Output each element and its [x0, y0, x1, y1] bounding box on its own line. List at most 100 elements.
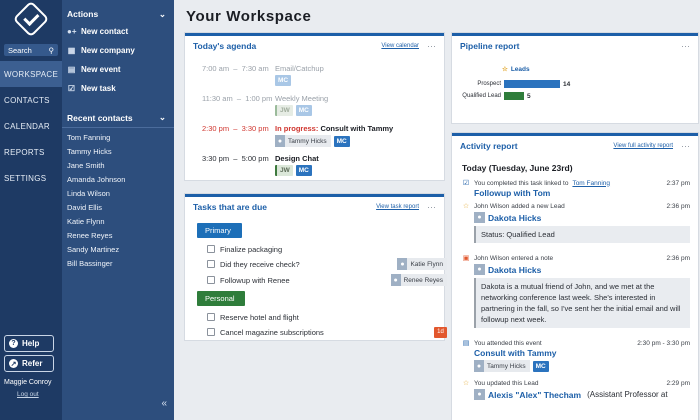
nav-workspace[interactable]: WORKSPACE	[0, 61, 62, 87]
view-full-activity-link[interactable]: View full activity report	[613, 143, 673, 149]
checkbox-icon: ☑	[67, 84, 76, 93]
contact-tag[interactable]: ● Tammy Hicks	[275, 135, 331, 147]
view-task-report-link[interactable]: View task report	[376, 204, 419, 210]
task-item[interactable]: Finalize packaging	[207, 242, 447, 256]
task-checkbox[interactable]	[207, 328, 215, 336]
attendee-chip: MC	[295, 165, 312, 176]
refer-button[interactable]: ↗ Refer	[4, 355, 54, 372]
task-item[interactable]: Reserve hotel and flight	[207, 310, 447, 324]
agenda-title-text: Design Chat	[275, 154, 319, 163]
task-label: Did they receive check?	[220, 259, 300, 269]
new-contact-button[interactable]: ●+ New contact	[62, 22, 174, 41]
task-checkbox[interactable]	[207, 245, 215, 253]
recent-contact[interactable]: Renee Reyes	[62, 229, 174, 243]
action-label: New event	[81, 65, 121, 74]
task-label: Finalize packaging	[220, 244, 283, 254]
attendee-chip: MC	[295, 105, 312, 116]
action-label: New contact	[81, 27, 129, 36]
task-link[interactable]: Followup with Tom	[474, 188, 690, 198]
more-options-icon[interactable]: ···	[681, 41, 690, 51]
app-logo-icon[interactable]	[12, 0, 50, 38]
recent-contact[interactable]: Linda Wilson	[62, 187, 174, 201]
lead-link[interactable]: Dakota Hicks	[488, 265, 541, 275]
nav-label: SETTINGS	[4, 173, 47, 183]
person-icon: ●	[474, 389, 485, 400]
nav-label: CALENDAR	[4, 121, 50, 131]
pipeline-bar-prospect[interactable]	[504, 80, 560, 88]
activity-entry: ☑ You completed this task linked to Tom F…	[462, 179, 690, 199]
recent-contact[interactable]: Tammy Hicks	[62, 145, 174, 159]
star-icon: ☆	[502, 66, 508, 73]
contact-tag[interactable]: ● Tammy Hicks	[474, 360, 530, 372]
agenda-title-text: Weekly Meeting	[275, 94, 329, 103]
task-label: Reserve hotel and flight	[220, 312, 299, 322]
recent-contact[interactable]: Bill Bassinger	[62, 257, 174, 271]
recent-contact[interactable]: Jane Smith	[62, 159, 174, 173]
action-label: New company	[81, 46, 135, 55]
agenda-title-text: In progress: Consult with Tammy	[275, 124, 394, 133]
activity-entry: ☆ You updated this Lead 2:29 pm ● Alexis "A…	[462, 379, 690, 400]
pipeline-row-value: 5	[527, 92, 531, 100]
task-item[interactable]: Cancel magazine subscriptions 1d	[207, 325, 447, 339]
activity-title: Activity report	[460, 141, 518, 151]
contact-tag[interactable]: ● Katie Flynn	[397, 258, 447, 270]
lead-link[interactable]: Alexis "Alex" Thecham	[488, 390, 581, 400]
task-label: Followup with Renee	[220, 275, 290, 285]
secondary-panel: Actions ⌄ ●+ New contact ▦ New company ▤ Ne…	[62, 0, 174, 420]
recent-contact[interactable]: Amanda Johnson	[62, 173, 174, 187]
attendee-chip: JW	[275, 165, 293, 176]
recent-title: Recent contacts	[67, 112, 133, 123]
view-calendar-link[interactable]: View calendar	[381, 43, 419, 49]
pipeline-title: Pipeline report	[460, 41, 520, 51]
person-icon: ●	[474, 264, 485, 275]
action-label: New task	[81, 84, 116, 93]
more-options-icon[interactable]: ···	[427, 41, 436, 51]
contact-link[interactable]: Tom Fanning	[572, 180, 610, 187]
refer-label: Refer	[22, 359, 43, 368]
task-checkbox[interactable]	[207, 260, 215, 268]
nav-contacts[interactable]: CONTACTS	[0, 87, 62, 113]
left-rail: Search ⚲ WORKSPACE CONTACTS CALENDAR REP…	[0, 0, 62, 420]
agenda-title: Today's agenda	[193, 41, 257, 51]
tasks-title: Tasks that are due	[193, 202, 268, 212]
pipeline-bar-qualified[interactable]	[504, 92, 524, 100]
recent-contact[interactable]: Katie Flynn	[62, 215, 174, 229]
agenda-title-text: Email/Catchup	[275, 64, 324, 73]
recent-contact[interactable]: Sandy Martinez	[62, 243, 174, 257]
group-personal-tag: Personal	[197, 291, 245, 306]
question-icon: ?	[9, 339, 18, 348]
pipeline-legend: ☆ Leads	[502, 65, 530, 74]
task-checkbox[interactable]	[207, 276, 215, 284]
task-checkbox[interactable]	[207, 313, 215, 321]
collapse-panel-icon[interactable]: «	[161, 398, 167, 409]
new-event-button[interactable]: ▤ New event	[62, 60, 174, 79]
attendee-chip: MC	[532, 360, 549, 372]
recent-contact[interactable]: David Ellis	[62, 201, 174, 215]
nav-calendar[interactable]: CALENDAR	[0, 113, 62, 139]
help-button[interactable]: ? Help	[4, 335, 54, 352]
more-options-icon[interactable]: ···	[427, 202, 436, 212]
main-area: Your Workspace Today's agenda View calen…	[174, 0, 700, 420]
nav-settings[interactable]: SETTINGS	[0, 165, 62, 191]
search-button[interactable]: Search ⚲	[4, 44, 58, 56]
activity-card: Activity report View full activity repor…	[452, 133, 698, 420]
more-options-icon[interactable]: ···	[681, 141, 690, 151]
task-item[interactable]: Followup with Renee ● Renee Reyes	[207, 273, 447, 287]
event-link[interactable]: Consult with Tammy	[474, 348, 690, 358]
actions-header[interactable]: Actions ⌄	[62, 6, 174, 22]
task-item[interactable]: Did they receive check? ● Katie Flynn	[207, 257, 447, 271]
contact-tag[interactable]: ● Renee Reyes	[390, 274, 447, 286]
checkbox-icon: ☑	[462, 180, 470, 187]
logout-link[interactable]: Log out	[17, 391, 39, 398]
new-company-button[interactable]: ▦ New company	[62, 41, 174, 60]
pipeline-card: Pipeline report ··· ☆ Leads Prospect 14 …	[452, 33, 698, 123]
attendee-chip: MC	[333, 135, 350, 147]
pipeline-row: Qualified Lead 5	[458, 92, 531, 100]
recent-contact[interactable]: Tom Fanning	[62, 131, 174, 145]
search-label: Search	[8, 45, 32, 55]
new-task-button[interactable]: ☑ New task	[62, 79, 174, 98]
recent-contacts-header[interactable]: Recent contacts ⌄	[62, 110, 174, 128]
lead-link[interactable]: Dakota Hicks	[488, 213, 541, 223]
nav-reports[interactable]: REPORTS	[0, 139, 62, 165]
user-plus-icon: ●+	[67, 27, 77, 36]
